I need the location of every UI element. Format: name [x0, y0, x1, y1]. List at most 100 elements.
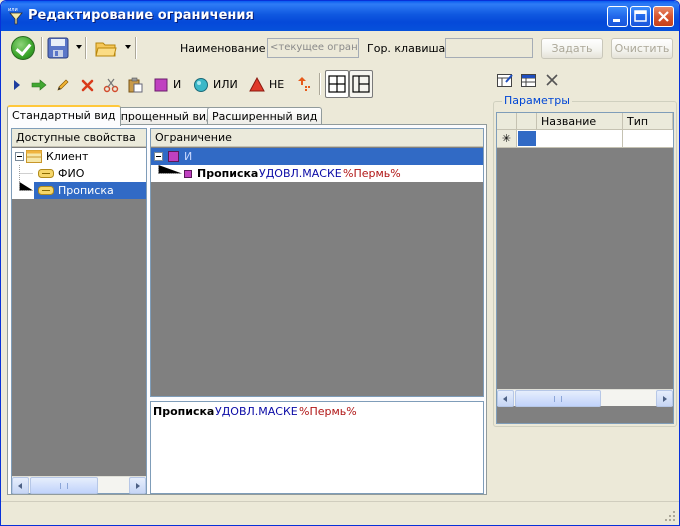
- tree-item-fio[interactable]: ФИО: [12, 165, 146, 182]
- layout-columns-button[interactable]: [349, 70, 373, 98]
- clear-hotkey-button[interactable]: Очистить: [611, 38, 673, 59]
- restriction-text-preview[interactable]: Прописка УДОВЛ.МАСКЕ %Пермь%: [150, 401, 484, 494]
- open-dropdown-arrow[interactable]: [125, 45, 131, 49]
- filter-icon: или: [8, 7, 23, 25]
- parameters-grid[interactable]: Название Тип ✳: [496, 112, 674, 424]
- restriction-root-label: И: [184, 150, 193, 163]
- properties-tree[interactable]: Доступные свойства Клиент ФИО Прописка: [11, 128, 147, 494]
- scroll-right-button[interactable]: [656, 390, 673, 407]
- and-square-icon: [184, 170, 192, 178]
- tree-item-registration-row: Прописка: [12, 182, 146, 199]
- folder-open-icon[interactable]: [95, 38, 117, 58]
- toolbar-separator: [135, 37, 137, 59]
- scroll-thumb[interactable]: [30, 477, 98, 494]
- properties-header: Доступные свойства: [12, 129, 146, 147]
- clause-value: %Пермь%: [343, 167, 401, 180]
- tree-item-label: Прописка: [58, 184, 114, 197]
- scroll-right-button[interactable]: [129, 477, 146, 494]
- status-bar: [1, 501, 679, 525]
- preview-field: Прописка: [153, 405, 215, 418]
- column-header-type[interactable]: Тип: [623, 113, 673, 130]
- restriction-tree[interactable]: Ограничение И Прописка УДОВЛ.МАСКЕ %Перм…: [150, 128, 484, 397]
- preview-operator: УДОВЛ.МАСКЕ: [215, 405, 298, 418]
- tree-line: [19, 182, 33, 191]
- parameters-horizontal-scrollbar[interactable]: [497, 389, 673, 407]
- parameters-group: Параметры Название Тип ✳: [493, 94, 677, 427]
- field-icon: [38, 186, 54, 195]
- row-header-cell: [497, 113, 517, 130]
- pencil-icon[interactable]: [55, 77, 71, 93]
- not-button-label[interactable]: НЕ: [269, 75, 284, 95]
- minimize-icon: [613, 19, 620, 22]
- toolbar-separator: [319, 73, 321, 95]
- restriction-clause[interactable]: Прописка УДОВЛ.МАСКЕ %Пермь%: [151, 165, 483, 182]
- layout-columns-icon: [352, 75, 370, 93]
- preview-value: %Пермь%: [299, 405, 357, 418]
- collapse-icon[interactable]: [154, 152, 163, 161]
- and-button-label[interactable]: И: [173, 75, 181, 95]
- tree-line: [19, 165, 33, 182]
- name-cell[interactable]: [537, 130, 623, 147]
- properties-horizontal-scrollbar[interactable]: [12, 476, 146, 494]
- selected-cell[interactable]: [518, 131, 536, 146]
- close-button[interactable]: [653, 6, 674, 27]
- tree-item-label: ФИО: [58, 167, 85, 180]
- type-cell[interactable]: [623, 130, 673, 147]
- toolbar-separator: [85, 37, 87, 59]
- delete-icon[interactable]: [80, 77, 96, 93]
- column-header-name[interactable]: Название: [537, 113, 623, 130]
- new-row-marker: ✳: [497, 130, 517, 147]
- indicator-column-header: [517, 113, 537, 130]
- and-square-icon: [168, 151, 179, 162]
- name-input[interactable]: <текущее ограни: [267, 38, 359, 58]
- scroll-thumb[interactable]: [515, 390, 601, 407]
- table-icon: [26, 150, 42, 163]
- tab-extended-view[interactable]: Расширенный вид: [207, 107, 323, 125]
- cut-icon[interactable]: [103, 77, 119, 93]
- set-hotkey-button[interactable]: Задать: [541, 38, 603, 59]
- save-icon[interactable]: [47, 37, 69, 59]
- arrow-right-icon[interactable]: [31, 77, 47, 93]
- layout-split-button[interactable]: [325, 70, 349, 98]
- scroll-left-button[interactable]: [12, 477, 29, 494]
- save-dropdown-arrow[interactable]: [76, 45, 82, 49]
- standard-view-panel: Доступные свойства Клиент ФИО Прописка О…: [7, 124, 487, 495]
- table-properties-icon[interactable]: [521, 73, 537, 87]
- not-triangle-icon[interactable]: [249, 77, 265, 93]
- new-parameter-row[interactable]: ✳: [497, 130, 673, 148]
- resize-grip-icon[interactable]: [664, 510, 676, 522]
- paste-icon[interactable]: [127, 77, 143, 93]
- move-up-icon[interactable]: [296, 77, 312, 93]
- tree-line: [158, 165, 182, 174]
- field-icon: [38, 169, 54, 178]
- clause-operator: УДОВЛ.МАСКЕ: [259, 167, 342, 180]
- restriction-editor-window: или Редактирование ограничения Наименова…: [0, 0, 680, 526]
- tree-item-registration[interactable]: Прописка: [34, 182, 146, 199]
- or-button-label[interactable]: ИЛИ: [213, 75, 238, 95]
- and-square-icon[interactable]: [153, 77, 169, 93]
- tree-item-client[interactable]: Клиент: [12, 148, 146, 165]
- svg-text:или: или: [8, 7, 18, 13]
- tab-standard-view[interactable]: Стандартный вид: [7, 105, 121, 126]
- edit-table-icon[interactable]: [497, 73, 513, 87]
- play-icon[interactable]: [9, 77, 25, 93]
- collapse-icon[interactable]: [15, 152, 24, 161]
- scroll-left-button[interactable]: [497, 390, 514, 407]
- close-icon: [658, 11, 669, 22]
- tab-simple-view[interactable]: Упрощенный вид: [109, 107, 219, 125]
- parameters-grid-header: Название Тип: [497, 113, 673, 130]
- delete-param-icon[interactable]: [545, 73, 559, 87]
- tree-item-label: Клиент: [46, 150, 89, 163]
- restriction-header: Ограничение: [151, 129, 483, 147]
- toolbar-separator: [41, 37, 43, 59]
- or-circle-icon[interactable]: [193, 77, 209, 93]
- maximize-button[interactable]: [630, 6, 651, 27]
- hotkey-input[interactable]: [445, 38, 533, 58]
- apply-button[interactable]: [11, 36, 35, 60]
- title-bar[interactable]: или Редактирование ограничения: [1, 1, 679, 31]
- window-title: Редактирование ограничения: [28, 8, 254, 23]
- restriction-root-and[interactable]: И: [151, 148, 483, 165]
- clause-field: Прописка: [197, 167, 259, 180]
- name-label: Наименование: [180, 42, 266, 55]
- minimize-button[interactable]: [607, 6, 628, 27]
